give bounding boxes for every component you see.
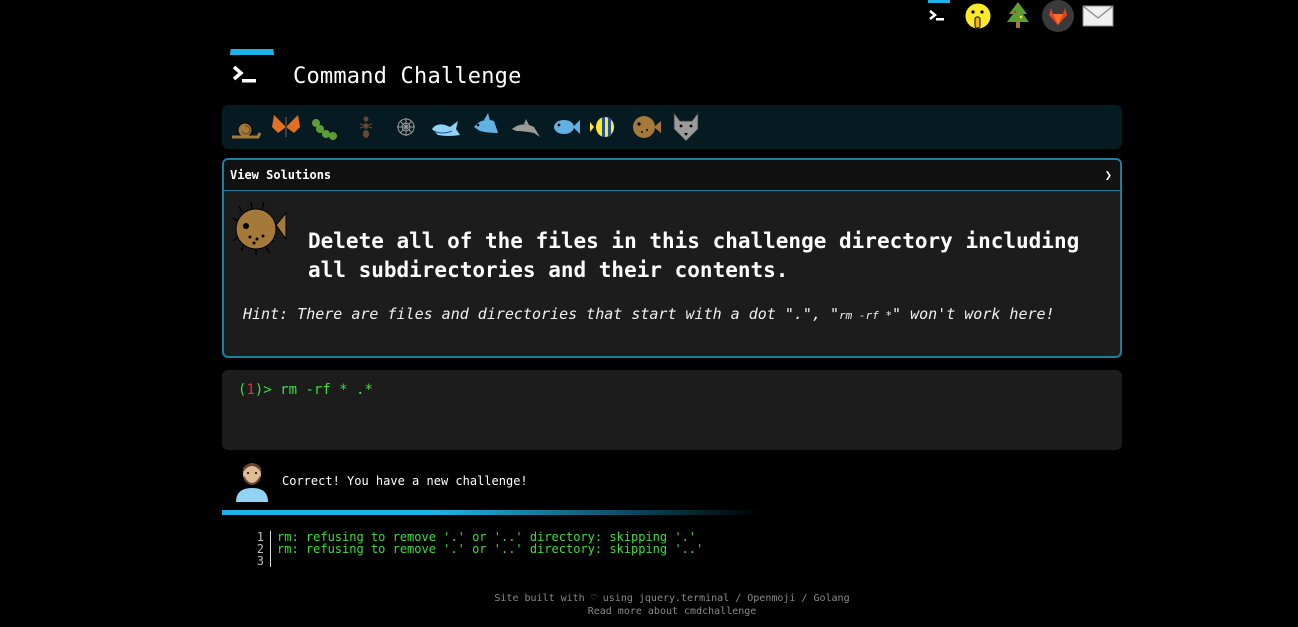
shark-icon[interactable] bbox=[468, 109, 504, 145]
view-solutions-toggle[interactable]: View Solutions ❯ bbox=[224, 160, 1120, 191]
gitlab-icon[interactable] bbox=[1042, 0, 1074, 32]
ant-icon[interactable] bbox=[348, 109, 384, 145]
dolphin-icon[interactable] bbox=[508, 109, 544, 145]
hint-suffix: " won't work here! bbox=[892, 305, 1055, 323]
result-text: Correct! You have a new challenge! bbox=[282, 474, 528, 488]
hint-code: rm -rf * bbox=[839, 309, 893, 322]
terminal-logo-icon[interactable] bbox=[228, 49, 276, 97]
line-number: 2 bbox=[240, 543, 271, 555]
shushing-face-icon[interactable] bbox=[962, 0, 994, 32]
whale-icon[interactable] bbox=[428, 109, 464, 145]
challenge-panel: View Solutions ❯ Delete all of the files… bbox=[222, 158, 1122, 358]
line-number: 3 bbox=[240, 555, 271, 567]
fish-icon[interactable] bbox=[548, 109, 584, 145]
blowfish-icon[interactable] bbox=[628, 109, 664, 145]
footer: Site built with ♡ using jquery.terminal … bbox=[222, 592, 1122, 618]
terminal-icon[interactable] bbox=[922, 0, 954, 32]
chevron-right-icon: ❯ bbox=[1104, 168, 1112, 182]
line-number: 1 bbox=[240, 531, 271, 543]
site-title[interactable]: Command Challenge bbox=[293, 64, 522, 89]
wolf-icon[interactable] bbox=[668, 109, 704, 145]
view-solutions-label: View Solutions bbox=[230, 168, 332, 182]
footer-credits: Site built with ♡ using jquery.terminal … bbox=[494, 593, 850, 604]
page: Command Challenge View Solutions ❯ Delet… bbox=[0, 0, 1298, 627]
snail-icon[interactable] bbox=[228, 109, 264, 145]
line-text: rm: refusing to remove '.' or '..' direc… bbox=[277, 542, 704, 556]
command-output: 1 rm: refusing to remove '.' or '..' dir… bbox=[240, 531, 703, 567]
challenge-body: Delete all of the files in this challeng… bbox=[224, 191, 1120, 356]
command-text: rm -rf * .* bbox=[280, 382, 373, 398]
challenge-description: Delete all of the files in this challeng… bbox=[308, 229, 1080, 282]
spider-web-icon[interactable] bbox=[388, 109, 424, 145]
top-links bbox=[922, 0, 1114, 34]
envelope-icon[interactable] bbox=[1082, 0, 1114, 32]
tropical-fish-icon[interactable] bbox=[588, 109, 624, 145]
site-header: Command Challenge bbox=[228, 45, 522, 101]
prompt-close: )> bbox=[254, 382, 281, 398]
output-line: 2 rm: refusing to remove '.' or '..' dir… bbox=[240, 543, 703, 555]
footer-read-more-link[interactable]: Read more about cmdchallenge bbox=[222, 605, 1122, 618]
line-text bbox=[271, 555, 277, 567]
person-avatar-icon bbox=[236, 463, 268, 502]
prompt-number: 1 bbox=[246, 382, 255, 398]
terminal-input[interactable]: (1)> rm -rf * .* bbox=[222, 370, 1122, 450]
christmas-tree-icon[interactable] bbox=[1002, 0, 1034, 32]
blowfish-icon bbox=[232, 201, 287, 255]
butterfly-icon[interactable] bbox=[268, 109, 304, 145]
prompt-line: (1)> rm -rf * .* bbox=[238, 382, 1106, 398]
challenge-hint: Hint: There are files and directories th… bbox=[243, 305, 1055, 323]
hint-prefix: Hint: There are files and directories th… bbox=[243, 305, 840, 323]
result-message: Correct! You have a new challenge! bbox=[232, 460, 528, 502]
level-bar bbox=[222, 105, 1122, 149]
caterpillar-icon[interactable] bbox=[308, 109, 344, 145]
output-line: 3 bbox=[240, 555, 703, 567]
progress-bar bbox=[222, 510, 762, 515]
